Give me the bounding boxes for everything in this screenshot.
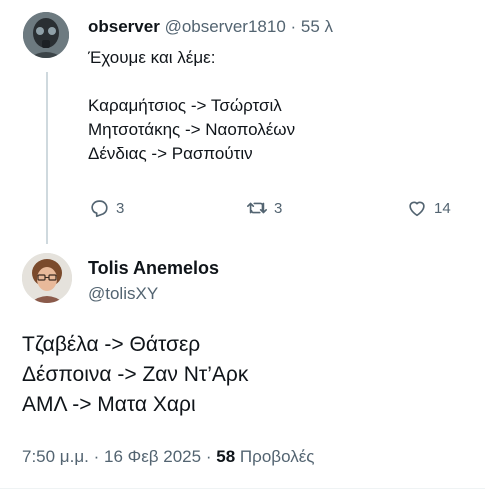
- retweet-count: 3: [274, 199, 283, 217]
- reply-button[interactable]: 3: [88, 197, 124, 219]
- like-count: 14: [434, 199, 451, 217]
- heart-icon: [409, 201, 425, 217]
- divider: [0, 488, 485, 489]
- tweet-time[interactable]: 55 λ: [301, 17, 333, 36]
- like-button[interactable]: 14: [406, 197, 451, 219]
- tweet-line: Μητσοτάκης -> Ναοπολέων: [88, 120, 296, 139]
- separator-dot: ·: [290, 17, 297, 36]
- tweet-header: observer @observer1810 · 55 λ: [88, 17, 333, 37]
- avatar-observer[interactable]: [23, 12, 69, 58]
- tweet-line: Δέσποινα -> Ζαν Ντ’Αρκ: [22, 363, 249, 386]
- retweet-button[interactable]: 3: [246, 197, 282, 219]
- tweet-text: Έχουμε και λέμε: Καραμήτσιος -> Τσώρτσιλ…: [88, 46, 295, 166]
- author-name[interactable]: Tolis Anemelos: [88, 258, 219, 279]
- reply-icon: [91, 200, 108, 218]
- retweet-icon: [247, 202, 267, 214]
- tweet-date[interactable]: 16 Φεβ 2025: [104, 447, 201, 466]
- separator-dot: ·: [205, 447, 212, 466]
- tweet-line: Δένδιας -> Ρασπούτιν: [88, 144, 253, 163]
- tweet-line: ΑΜΛ -> Ματα Χαρι: [22, 393, 196, 416]
- author-name[interactable]: observer: [88, 17, 160, 36]
- avatar-tolis[interactable]: [22, 253, 72, 303]
- tweet-actions: 3 3 14: [88, 197, 458, 221]
- author-handle[interactable]: @observer1810: [165, 17, 286, 36]
- tweet-line: Τζαβέλα -> Θάτσερ: [22, 333, 201, 356]
- tweet-line: Έχουμε και λέμε:: [88, 48, 216, 67]
- separator-dot: ·: [93, 447, 100, 466]
- tweet-text: Τζαβέλα -> Θάτσερ Δέσποινα -> Ζαν Ντ’Αρκ…: [22, 330, 248, 420]
- tweet-line: Καραμήτσιος -> Τσώρτσιλ: [88, 96, 282, 115]
- reply-count: 3: [116, 199, 125, 217]
- views-count: 58: [216, 447, 236, 466]
- tweet-meta: 7:50 μ.μ. · 16 Φεβ 2025 · 58 Προβολές: [22, 447, 315, 467]
- views-label: Προβολές: [239, 447, 315, 466]
- tweet-line: [88, 70, 295, 94]
- thread-connector-line: [46, 72, 48, 244]
- author-handle[interactable]: @tolisXY: [88, 284, 158, 304]
- tweet-time[interactable]: 7:50 μ.μ.: [22, 447, 89, 466]
